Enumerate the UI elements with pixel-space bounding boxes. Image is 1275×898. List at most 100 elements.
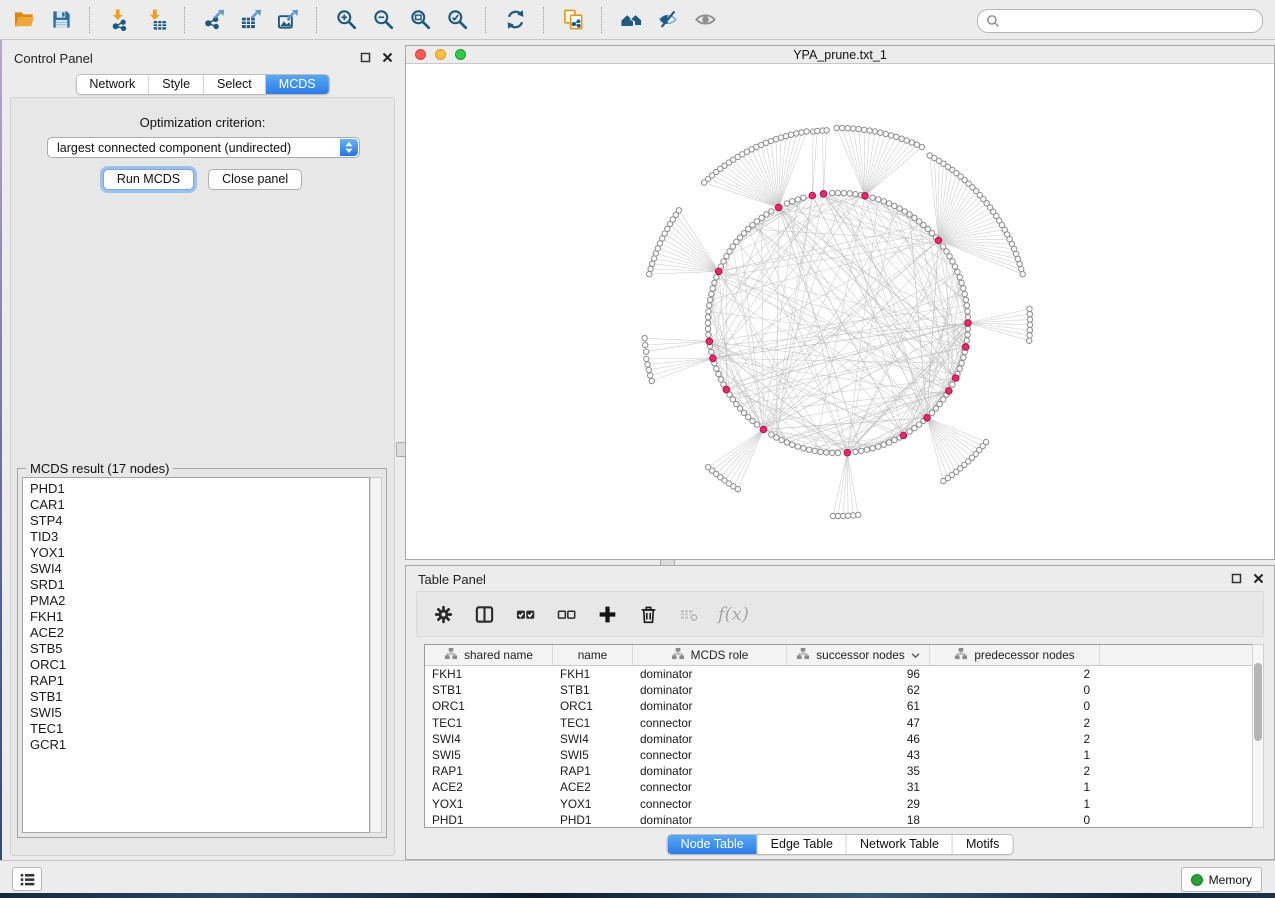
table-cell[interactable]: FKH1 (425, 666, 553, 682)
table-cell[interactable]: connector (633, 715, 787, 731)
network-graph[interactable] (406, 64, 1274, 559)
memory-button[interactable]: Memory (1181, 867, 1262, 892)
hide-selected-icon[interactable] (652, 5, 684, 35)
table-cell[interactable]: PHD1 (425, 812, 553, 828)
tab-node-table[interactable]: Node Table (668, 835, 758, 854)
table-cell[interactable]: TEC1 (425, 715, 553, 731)
tab-motifs[interactable]: Motifs (953, 835, 1012, 854)
network-canvas[interactable] (406, 64, 1274, 559)
close-panel-icon[interactable] (382, 52, 393, 63)
table-cell[interactable]: STB1 (425, 682, 553, 698)
table-cell[interactable]: dominator (633, 763, 787, 779)
first-neighbors-icon[interactable] (615, 5, 647, 35)
table-cell[interactable]: 2 (930, 666, 1100, 682)
table-cell[interactable]: connector (633, 796, 787, 812)
table-cell[interactable]: connector (633, 747, 787, 763)
table-cell[interactable]: 1 (930, 779, 1100, 795)
tab-select[interactable]: Select (204, 75, 266, 94)
mcds-result-scrollbar[interactable] (370, 477, 382, 833)
tab-network-table[interactable]: Network Table (847, 835, 953, 854)
close-table-panel-icon[interactable] (1253, 573, 1264, 584)
table-cell[interactable]: 29 (787, 796, 930, 812)
table-cell[interactable]: connector (633, 779, 787, 795)
table-cell[interactable]: ACE2 (553, 779, 633, 795)
column-header-successor-nodes[interactable]: successor nodes (787, 645, 930, 665)
table-row[interactable]: FKH1FKH1dominator962 (425, 666, 1253, 682)
zoom-selected-icon[interactable] (441, 5, 473, 35)
table-cell[interactable]: YOX1 (425, 796, 553, 812)
table-cell[interactable]: 46 (787, 731, 930, 747)
tab-mcds[interactable]: MCDS (266, 75, 329, 94)
table-cell[interactable]: dominator (633, 666, 787, 682)
criterion-dropdown[interactable]: largest connected component (undirected) (47, 137, 360, 158)
import-table-icon[interactable] (140, 5, 172, 35)
table-cell[interactable]: PHD1 (553, 812, 633, 828)
column-header-shared-name[interactable]: shared name (425, 645, 553, 665)
table-cell[interactable]: TEC1 (553, 715, 633, 731)
table-cell[interactable]: dominator (633, 682, 787, 698)
table-cell[interactable]: 35 (787, 763, 930, 779)
table-row[interactable]: ORC1ORC1dominator610 (425, 698, 1253, 714)
export-table-icon[interactable] (235, 5, 267, 35)
column-header-MCDS-role[interactable]: MCDS role (633, 645, 787, 665)
open-file-icon[interactable] (8, 5, 40, 35)
column-header-predecessor-nodes[interactable]: predecessor nodes (930, 645, 1100, 665)
table-cell[interactable]: 0 (930, 812, 1100, 828)
table-cell[interactable]: 2 (930, 763, 1100, 779)
tab-style[interactable]: Style (149, 75, 204, 94)
table-cell[interactable]: 62 (787, 682, 930, 698)
task-history-button[interactable] (12, 867, 42, 891)
apply-layout-icon[interactable] (499, 5, 531, 35)
table-row[interactable]: ACE2ACE2connector311 (425, 779, 1253, 795)
zoom-out-icon[interactable] (367, 5, 399, 35)
table-cell[interactable]: dominator (633, 812, 787, 828)
delete-row-icon[interactable] (636, 602, 660, 626)
table-row[interactable]: TEC1TEC1connector472 (425, 715, 1253, 731)
copy-style-icon[interactable] (557, 5, 589, 35)
table-row[interactable]: SWI5SWI5connector431 (425, 747, 1253, 763)
table-row[interactable]: STB1STB1dominator620 (425, 682, 1253, 698)
table-settings-icon[interactable] (431, 602, 455, 626)
table-cell[interactable]: SWI5 (425, 747, 553, 763)
import-network-icon[interactable] (103, 5, 135, 35)
table-cell[interactable]: RAP1 (553, 763, 633, 779)
table-cell[interactable]: ORC1 (425, 698, 553, 714)
export-network-icon[interactable] (198, 5, 230, 35)
export-image-icon[interactable] (272, 5, 304, 35)
table-cell[interactable]: 61 (787, 698, 930, 714)
table-cell[interactable]: SWI5 (553, 747, 633, 763)
save-session-icon[interactable] (45, 5, 77, 35)
tab-network[interactable]: Network (76, 75, 149, 94)
table-cell[interactable]: 2 (930, 715, 1100, 731)
table-cell[interactable]: SWI4 (425, 731, 553, 747)
table-cell[interactable]: 2 (930, 731, 1100, 747)
table-cell[interactable]: YOX1 (553, 796, 633, 812)
table-cell[interactable]: FKH1 (553, 666, 633, 682)
table-row[interactable]: RAP1RAP1dominator352 (425, 763, 1253, 779)
table-cell[interactable]: 47 (787, 715, 930, 731)
table-row[interactable]: PHD1PHD1dominator180 (425, 812, 1253, 828)
table-scrollbar[interactable] (1252, 644, 1264, 828)
show-all-icon[interactable] (689, 5, 721, 35)
table-cell[interactable]: 1 (930, 747, 1100, 763)
select-all-icon[interactable] (513, 602, 537, 626)
table-cell[interactable]: ORC1 (553, 698, 633, 714)
table-cell[interactable]: 31 (787, 779, 930, 795)
close-panel-button[interactable]: Close panel (208, 169, 302, 190)
zoom-fit-icon[interactable] (404, 5, 436, 35)
zoom-in-icon[interactable] (330, 5, 362, 35)
table-cell[interactable]: 18 (787, 812, 930, 828)
column-header-name[interactable]: name (553, 645, 633, 665)
table-cell[interactable]: 96 (787, 666, 930, 682)
table-cell[interactable]: 43 (787, 747, 930, 763)
tab-edge-table[interactable]: Edge Table (758, 835, 847, 854)
add-row-icon[interactable] (595, 602, 619, 626)
search-input[interactable] (1004, 11, 1258, 31)
deselect-all-icon[interactable] (554, 602, 578, 626)
table-row[interactable]: SWI4SWI4dominator462 (425, 731, 1253, 747)
table-cell[interactable]: 1 (930, 796, 1100, 812)
table-cell[interactable]: 0 (930, 698, 1100, 714)
run-mcds-button[interactable]: Run MCDS (103, 169, 194, 190)
table-row[interactable]: YOX1YOX1connector291 (425, 796, 1253, 812)
float-table-panel-icon[interactable] (1231, 573, 1242, 584)
